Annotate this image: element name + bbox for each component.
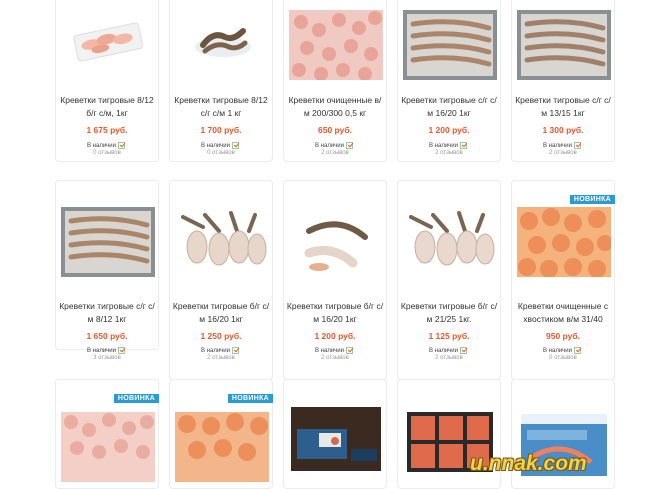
new-badge: НОВИНКА	[113, 394, 159, 403]
product-name[interactable]: Креветки тигровые с/г с/м 8/12 1кг	[56, 300, 158, 326]
product-image[interactable]	[289, 207, 383, 277]
product-image[interactable]	[175, 207, 269, 277]
product-image[interactable]	[403, 10, 497, 80]
check-icon	[118, 347, 126, 354]
product-image[interactable]	[517, 207, 611, 277]
product-price: 950 руб.	[546, 331, 580, 341]
product-card[interactable]: Креветки тигровые с/г с/м 8/12 1кг 1 650…	[55, 180, 159, 361]
product-image[interactable]	[175, 412, 269, 482]
product-image[interactable]	[517, 10, 611, 80]
product-card[interactable]	[283, 379, 387, 489]
product-price: 650 руб.	[318, 125, 352, 135]
product-price: 1 125 руб.	[428, 331, 470, 341]
product-name[interactable]: Креветки тигровые с/г с/м 16/20 1кг	[398, 94, 500, 120]
product-name[interactable]: Креветки тигровые 8/12 с/г с/м 1 кг	[170, 94, 272, 120]
stock-status: В наличии	[201, 142, 240, 149]
check-icon	[232, 142, 240, 149]
stock-status: В наличии	[543, 347, 582, 354]
product-image[interactable]	[289, 10, 383, 80]
product-card[interactable]: Креветки тигровые 8/12 б/г с/м, 1кг 1 67…	[55, 0, 159, 162]
product-name[interactable]: Креветки очищенные в/м 200/300 0,5 кг	[284, 94, 386, 120]
product-card[interactable]: НОВИНКА	[169, 379, 273, 489]
stock-status: В наличии	[429, 347, 468, 354]
product-name[interactable]: Креветки тигровые с/г с/м 13/15 1кг	[512, 94, 614, 120]
check-icon	[346, 347, 354, 354]
product-price: 1 650 руб.	[86, 331, 128, 341]
product-image[interactable]	[61, 207, 155, 277]
product-image[interactable]	[175, 1, 269, 71]
product-card[interactable]: НОВИНКА	[55, 379, 159, 489]
reviews-count[interactable]: 2 отзывов	[170, 355, 272, 361]
stock-status: В наличии	[201, 347, 240, 354]
check-icon	[118, 142, 126, 149]
stock-status: В наличии	[543, 142, 582, 149]
stock-status: В наличии	[315, 347, 354, 354]
reviews-count[interactable]: 2 отзывов	[284, 355, 386, 361]
product-name[interactable]: Креветки тигровые 8/12 б/г с/м, 1кг	[56, 94, 158, 120]
stock-status: В наличии	[87, 347, 126, 354]
stock-status: В наличии	[429, 142, 468, 149]
product-card[interactable]: Креветки очищенные в/м 200/300 0,5 кг 65…	[283, 0, 387, 162]
check-icon	[232, 347, 240, 354]
reviews-count[interactable]: 2 отзывов	[512, 150, 614, 156]
product-name[interactable]: Креветки тигровые б/г с/м 16/20 1кг	[170, 300, 272, 326]
watermark-logo: u.nnak.com	[470, 452, 587, 475]
reviews-count[interactable]: 0 отзывов	[512, 355, 614, 361]
check-icon	[460, 142, 468, 149]
product-card[interactable]: Креветки тигровые б/г с/м 16/20 1кг 1 25…	[169, 180, 273, 380]
product-image[interactable]	[403, 207, 497, 277]
product-price: 1 200 руб.	[314, 331, 356, 341]
product-card[interactable]: Креветки тигровые б/г с/м 16/20 1кг 1 20…	[283, 180, 387, 380]
product-price: 1 250 руб.	[200, 331, 242, 341]
product-card[interactable]: Креветки тигровые 8/12 с/г с/м 1 кг 1 70…	[169, 0, 273, 162]
product-price: 1 300 руб.	[542, 125, 584, 135]
reviews-count[interactable]: 3 отзывов	[56, 355, 158, 361]
product-image[interactable]	[289, 405, 383, 475]
reviews-count[interactable]: 2 отзывов	[284, 150, 386, 156]
product-price: 1 675 руб.	[86, 125, 128, 135]
product-card[interactable]: НОВИНКА Креветки очищенные с хвостиком в…	[511, 180, 615, 380]
reviews-count[interactable]: 2 отзывов	[398, 150, 500, 156]
check-icon	[574, 347, 582, 354]
reviews-count[interactable]: 0 отзывов	[170, 150, 272, 156]
new-badge: НОВИНКА	[227, 394, 273, 403]
product-price: 1 200 руб.	[428, 125, 470, 135]
product-card[interactable]: Креветки тигровые с/г с/м 13/15 1кг 1 30…	[511, 0, 615, 162]
product-name[interactable]: Креветки очищенные с хвостиком в/м 31/40	[512, 300, 614, 326]
check-icon	[574, 142, 582, 149]
product-image[interactable]	[61, 1, 155, 71]
product-name[interactable]: Креветки тигровые б/г с/м 16/20 1кг	[284, 300, 386, 326]
check-icon	[346, 142, 354, 149]
product-name[interactable]: Креветки тигровые б/г с/м 21/25 1кг.	[398, 300, 500, 326]
reviews-count[interactable]: 0 отзывов	[56, 150, 158, 156]
reviews-count[interactable]: 2 отзывов	[398, 355, 500, 361]
stock-status: В наличии	[87, 142, 126, 149]
product-card[interactable]: Креветки тигровые с/г с/м 16/20 1кг 1 20…	[397, 0, 501, 162]
product-image[interactable]	[61, 412, 155, 482]
product-card[interactable]: Креветки тигровые б/г с/м 21/25 1кг. 1 1…	[397, 180, 501, 380]
product-price: 1 700 руб.	[200, 125, 242, 135]
new-badge: НОВИНКА	[569, 195, 615, 204]
check-icon	[460, 347, 468, 354]
stock-status: В наличии	[315, 142, 354, 149]
